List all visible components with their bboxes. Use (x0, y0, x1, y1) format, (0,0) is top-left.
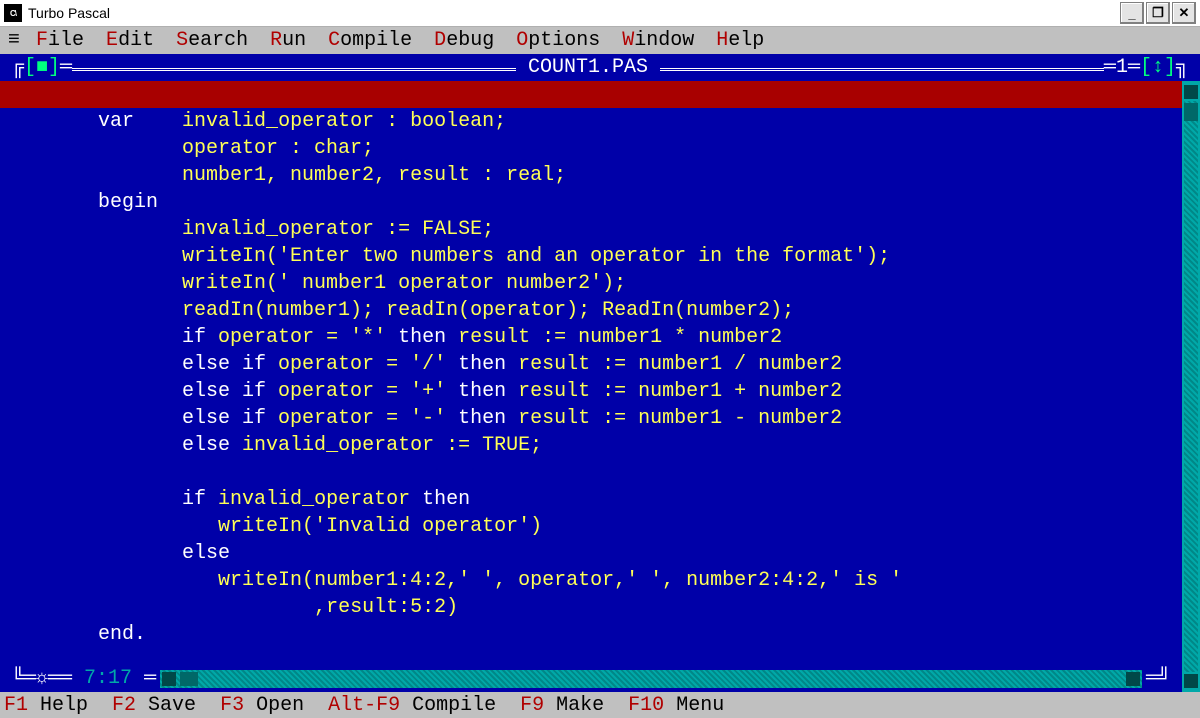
editor-close-box[interactable]: [■] (24, 56, 60, 79)
code-line: else if operator = '-' then result := nu… (14, 405, 1182, 432)
window-buttons: _ ❐ ✕ (1120, 2, 1196, 24)
menu-item-file[interactable]: File (36, 29, 84, 52)
code-line: else if operator = '/' then result := nu… (14, 351, 1182, 378)
code-line: operator : char; (14, 135, 1182, 162)
shortcut-key[interactable]: F9 (520, 694, 544, 717)
code-line: writeIn(' number1 operator number2'); (14, 270, 1182, 297)
minimize-button[interactable]: _ (1120, 2, 1144, 24)
os-titlebar: C\ Turbo Pascal _ ❐ ✕ (0, 0, 1200, 27)
shortcut-key[interactable]: F10 (628, 694, 664, 717)
shortcut-key[interactable]: F1 (4, 694, 28, 717)
editor-filename: COUNT1.PAS (516, 54, 660, 81)
menu-item-search[interactable]: Search (176, 29, 248, 52)
code-line: begin (14, 189, 1182, 216)
editor-frame-bottom: ╚═☼══ 7:17 ═ ═╝ (0, 665, 1182, 692)
hscroll-thumb[interactable] (180, 672, 198, 686)
code-line: var invalid_operator : boolean; (14, 108, 1182, 135)
menu-bar: ≡ File Edit Search Run Compile Debug Options Wi… (0, 27, 1200, 54)
menu-item-edit[interactable]: Edit (106, 29, 154, 52)
menu-item-options[interactable]: Options (516, 29, 600, 52)
code-line: number1, number2, result : real; (14, 162, 1182, 189)
editor-window: ╔[■]═ COUNT1.PAS ═1═[↕]╗ Error 3: Unknow… (0, 54, 1200, 692)
maximize-button[interactable]: ❐ (1146, 2, 1170, 24)
vscroll-thumb[interactable] (1184, 103, 1198, 121)
menu-item-help[interactable]: Help (716, 29, 764, 52)
code-line: else (14, 540, 1182, 567)
compile-error-bar: Error 3: Unknown identifier. (0, 81, 1182, 108)
menu-item-compile[interactable]: Compile (328, 29, 412, 52)
code-line: if invalid_operator then (14, 486, 1182, 513)
code-line: else invalid_operator := TRUE; (14, 432, 1182, 459)
code-line: readIn(number1); readIn(operator); ReadI… (14, 297, 1182, 324)
dos-screen: ≡ File Edit Search Run Compile Debug Options Wi… (0, 27, 1200, 718)
cursor-position: 7:17 (84, 667, 132, 690)
shortcut-label[interactable]: Make (544, 694, 628, 717)
editor-zoom-box[interactable]: [↕] (1140, 56, 1176, 79)
code-line: ,result:5:2) (14, 594, 1182, 621)
modified-indicator-icon: ☼ (36, 667, 48, 690)
close-button[interactable]: ✕ (1172, 2, 1196, 24)
code-line: writeIn(number1:4:2,' ', operator,' ', n… (14, 567, 1182, 594)
code-line: if operator = '*' then result := number1… (14, 324, 1182, 351)
code-line: writeIn('Invalid operator') (14, 513, 1182, 540)
menu-item-run[interactable]: Run (270, 29, 306, 52)
code-line: writeIn('Enter two numbers and an operat… (14, 243, 1182, 270)
code-line: invalid_operator := FALSE; (14, 216, 1182, 243)
code-editor[interactable]: var invalid_operator : boolean; operator… (0, 108, 1182, 665)
shortcut-key[interactable]: Alt-F9 (328, 694, 400, 717)
code-line: else if operator = '+' then result := nu… (14, 378, 1182, 405)
editor-window-number: 1 (1116, 56, 1128, 79)
menu-item-debug[interactable]: Debug (434, 29, 494, 52)
menu-item-window[interactable]: Window (622, 29, 694, 52)
shortcut-label[interactable]: Help (28, 694, 112, 717)
horizontal-scrollbar[interactable] (160, 670, 1142, 688)
code-line (14, 459, 1182, 486)
window-title: Turbo Pascal (28, 5, 110, 21)
editor-frame-top: ╔[■]═ COUNT1.PAS ═1═[↕]╗ (0, 54, 1200, 81)
shortcut-key[interactable]: F2 (112, 694, 136, 717)
shortcut-label[interactable]: Compile (400, 694, 520, 717)
shortcut-label[interactable]: Menu (664, 694, 724, 717)
code-line: end. (14, 621, 1182, 648)
vertical-scrollbar[interactable] (1182, 81, 1200, 692)
app-icon: C\ (4, 4, 22, 22)
system-menu-icon[interactable]: ≡ (8, 27, 20, 54)
